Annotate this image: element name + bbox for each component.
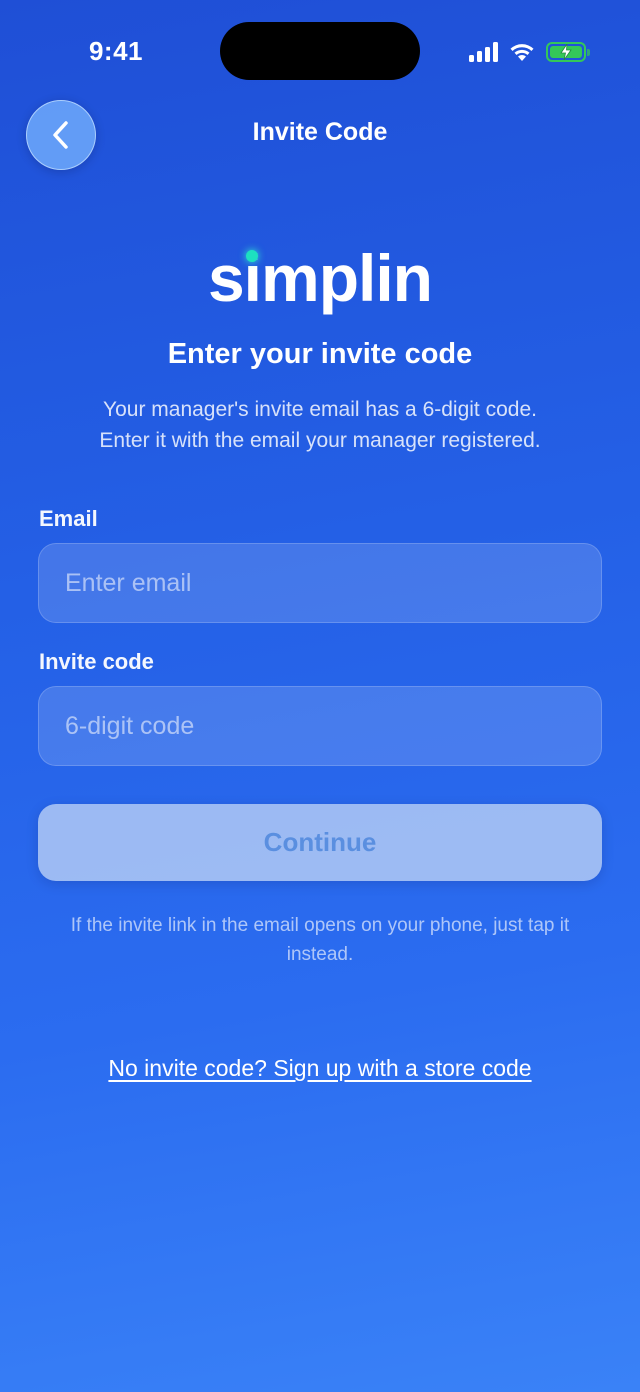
wifi-icon: [510, 44, 534, 61]
status-time: 9:41: [88, 36, 144, 66]
signup-store-code-link[interactable]: No invite code? Sign up with a store cod…: [0, 1055, 640, 1082]
email-field-box[interactable]: [38, 543, 602, 623]
nav-title: Invite Code: [252, 118, 388, 146]
status-icons: [469, 38, 590, 66]
invite-code-field-box[interactable]: [38, 686, 602, 766]
page-subtext: Your manager's invite email has a 6-digi…: [40, 394, 600, 456]
subtext-line-1: Your manager's invite email has a 6-digi…: [103, 398, 537, 421]
logo-text: simplin: [207, 241, 433, 315]
home-indicator: [250, 1370, 390, 1375]
status-bar: 9:41: [0, 0, 640, 100]
invite-code-label: Invite code: [39, 649, 154, 674]
dynamic-island: [220, 22, 420, 80]
invite-link-hint: If the invite link in the email opens on…: [70, 915, 570, 965]
invite-code-field[interactable]: [39, 687, 601, 765]
brand-logo: simplin: [0, 240, 640, 316]
battery-charging-icon: [546, 42, 590, 62]
cellular-signal-icon: [469, 42, 498, 62]
subtext-line-2: Enter it with the email your manager reg…: [99, 429, 541, 452]
continue-button[interactable]: Continue: [38, 804, 602, 881]
logo-dot: [245, 250, 258, 262]
page-heading: Enter your invite code: [167, 338, 473, 370]
email-field[interactable]: [39, 544, 601, 622]
email-label: Email: [39, 506, 98, 531]
